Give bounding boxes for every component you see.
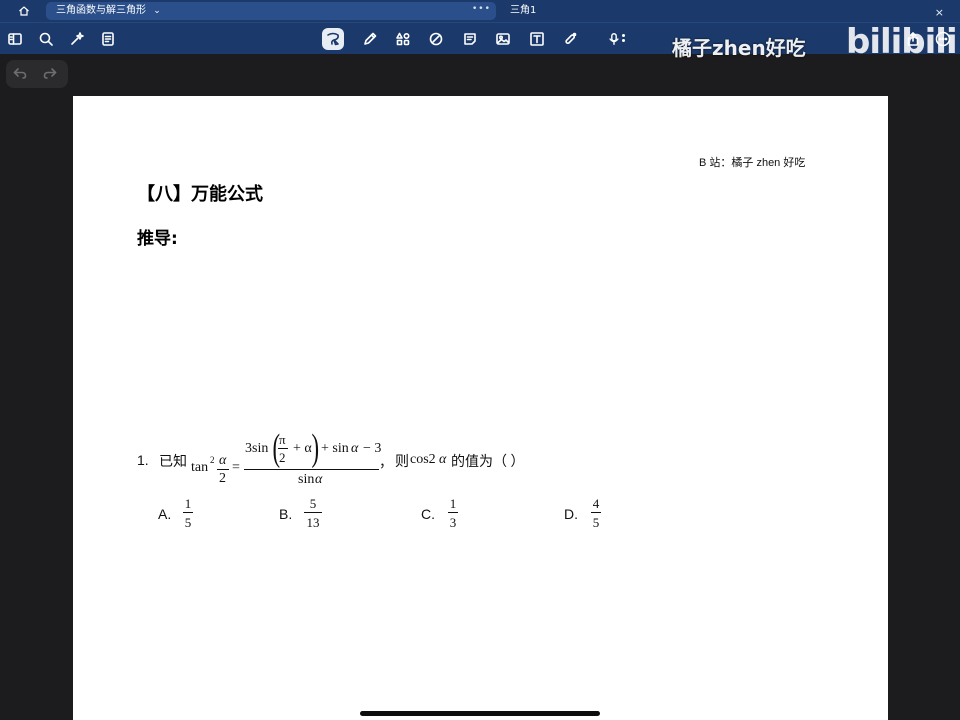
- bilibili-logo: bilibili: [846, 22, 958, 62]
- pen-icon[interactable]: [359, 28, 381, 50]
- lasso-icon[interactable]: [322, 28, 344, 50]
- question-ask-prefix: 则: [395, 455, 409, 470]
- question-comma: ，: [379, 456, 393, 471]
- toolbar: [0, 22, 960, 54]
- right-big-paren: ): [311, 427, 320, 469]
- plus-alpha-text: + α: [293, 441, 312, 456]
- plus-alpha: + α: [293, 441, 312, 457]
- home-indicator[interactable]: [360, 711, 600, 716]
- home-icon[interactable]: [10, 3, 38, 19]
- choice-c-numerator: 1: [449, 496, 457, 511]
- question-ask-expression: cos2: [410, 452, 436, 467]
- pi-denominator: 2: [279, 450, 286, 465]
- tan-exponent: 2: [210, 455, 215, 465]
- tan-function: tan: [191, 460, 209, 475]
- choice-b-numerator: 5: [309, 496, 317, 511]
- microphone-icon[interactable]: [600, 28, 628, 50]
- tab-inactive-title: 三角1: [510, 5, 537, 16]
- sidebar-icon[interactable]: [4, 28, 26, 50]
- question-number: 1.: [137, 452, 149, 468]
- undo-icon[interactable]: [12, 65, 30, 83]
- tab-inactive-document[interactable]: 三角1 ×: [500, 2, 952, 20]
- shapes-icon[interactable]: [392, 28, 414, 50]
- bookmark-star-icon[interactable]: [66, 28, 88, 50]
- choice-d-label: D.: [564, 506, 578, 522]
- section-title: 【八】万能公式: [137, 184, 263, 205]
- choice-c-label: C.: [421, 506, 435, 522]
- numerator-plus-sin: + sin: [321, 441, 349, 456]
- choice-d-denominator: 5: [592, 515, 600, 530]
- half-angle-fraction-bar: [217, 469, 229, 470]
- search-icon[interactable]: [35, 28, 57, 50]
- choice-d-numerator: 4: [592, 496, 600, 511]
- text-box-icon[interactable]: [526, 28, 548, 50]
- page-header-credit: B 站：橘子 zhen 好吃: [699, 157, 806, 169]
- redo-icon[interactable]: [42, 65, 60, 83]
- choice-a-label: A.: [158, 506, 172, 522]
- sticky-note-icon[interactable]: [459, 28, 481, 50]
- choice-a-fraction-bar: [183, 512, 193, 513]
- equals-sign: =: [232, 460, 240, 475]
- half-angle-denominator: 2: [219, 471, 226, 486]
- choice-a-numerator: 1: [184, 496, 192, 511]
- numerator-alpha: α: [351, 441, 359, 456]
- eraser-icon[interactable]: [425, 28, 447, 50]
- pi-numerator: π: [279, 432, 286, 447]
- laser-pointer-icon[interactable]: [559, 28, 581, 50]
- chevron-down-icon[interactable]: ⌄: [153, 6, 161, 16]
- denominator-sin: sin: [298, 472, 315, 487]
- choice-b-fraction-bar: [304, 512, 322, 513]
- half-angle-numerator: α: [219, 453, 227, 468]
- undo-redo-group: [6, 60, 68, 88]
- denominator-alpha: α: [315, 472, 323, 487]
- tab-active-document[interactable]: 三角函数与解三角形 ⌄: [46, 2, 496, 20]
- tab-active-title: 三角函数与解三角形: [56, 5, 146, 16]
- image-icon[interactable]: [492, 28, 514, 50]
- uploader-watermark: 橘子zhen好吃: [672, 36, 806, 60]
- question-given: 已知: [159, 455, 187, 470]
- tab-more-icon[interactable]: •••: [472, 4, 491, 14]
- choice-c-fraction-bar: [448, 512, 458, 513]
- question-ask-suffix: 的值为（ ）: [451, 455, 525, 470]
- choice-d-fraction-bar: [591, 512, 601, 513]
- derive-label: 推导:: [137, 229, 178, 249]
- choice-a-denominator: 5: [184, 515, 192, 530]
- document-icon[interactable]: [97, 28, 119, 50]
- pi-over-2-bar: [278, 448, 288, 449]
- close-icon[interactable]: ×: [935, 4, 944, 22]
- choice-b-denominator: 13: [306, 515, 320, 530]
- question-ask-alpha: α: [439, 452, 447, 467]
- document-page[interactable]: B 站：橘子 zhen 好吃 【八】万能公式 推导: 1. 已知 tan 2 α…: [73, 96, 888, 720]
- choice-b-label: B.: [279, 506, 293, 522]
- choice-c-denominator: 3: [449, 515, 457, 530]
- numerator-3sin: 3sin: [245, 441, 269, 456]
- main-fraction-bar: [244, 469, 379, 470]
- tab-bar: 三角函数与解三角形 ⌄ ••• 三角1 ×: [0, 0, 960, 22]
